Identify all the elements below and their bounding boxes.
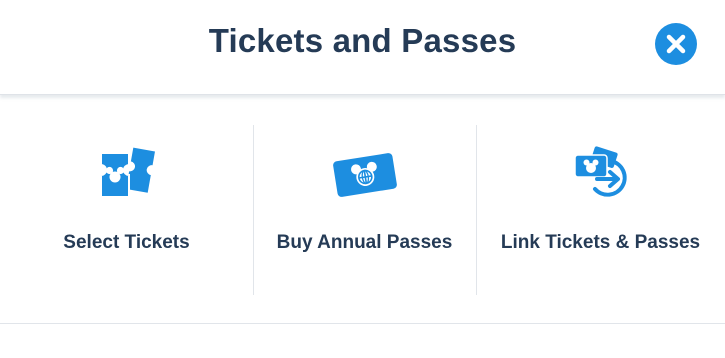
select-tickets-option[interactable]: Select Tickets <box>0 95 253 323</box>
link-tickets-passes-option[interactable]: Link Tickets & Passes <box>476 95 725 323</box>
bottom-divider <box>0 323 725 324</box>
option-label: Buy Annual Passes <box>276 232 453 253</box>
option-label: Link Tickets & Passes <box>500 232 701 253</box>
close-icon <box>666 34 686 54</box>
close-button[interactable] <box>655 23 697 65</box>
page-title: Tickets and Passes <box>208 22 517 59</box>
options-row: Select Tickets Buy Annual Passes Link Ti… <box>0 95 725 323</box>
annual-pass-card-icon <box>253 145 476 205</box>
option-label: Select Tickets <box>63 232 190 253</box>
link-tickets-icon <box>476 145 725 205</box>
buy-annual-passes-option[interactable]: Buy Annual Passes <box>253 95 476 323</box>
tickets-icon <box>0 145 253 205</box>
header: Tickets and Passes <box>0 0 725 95</box>
